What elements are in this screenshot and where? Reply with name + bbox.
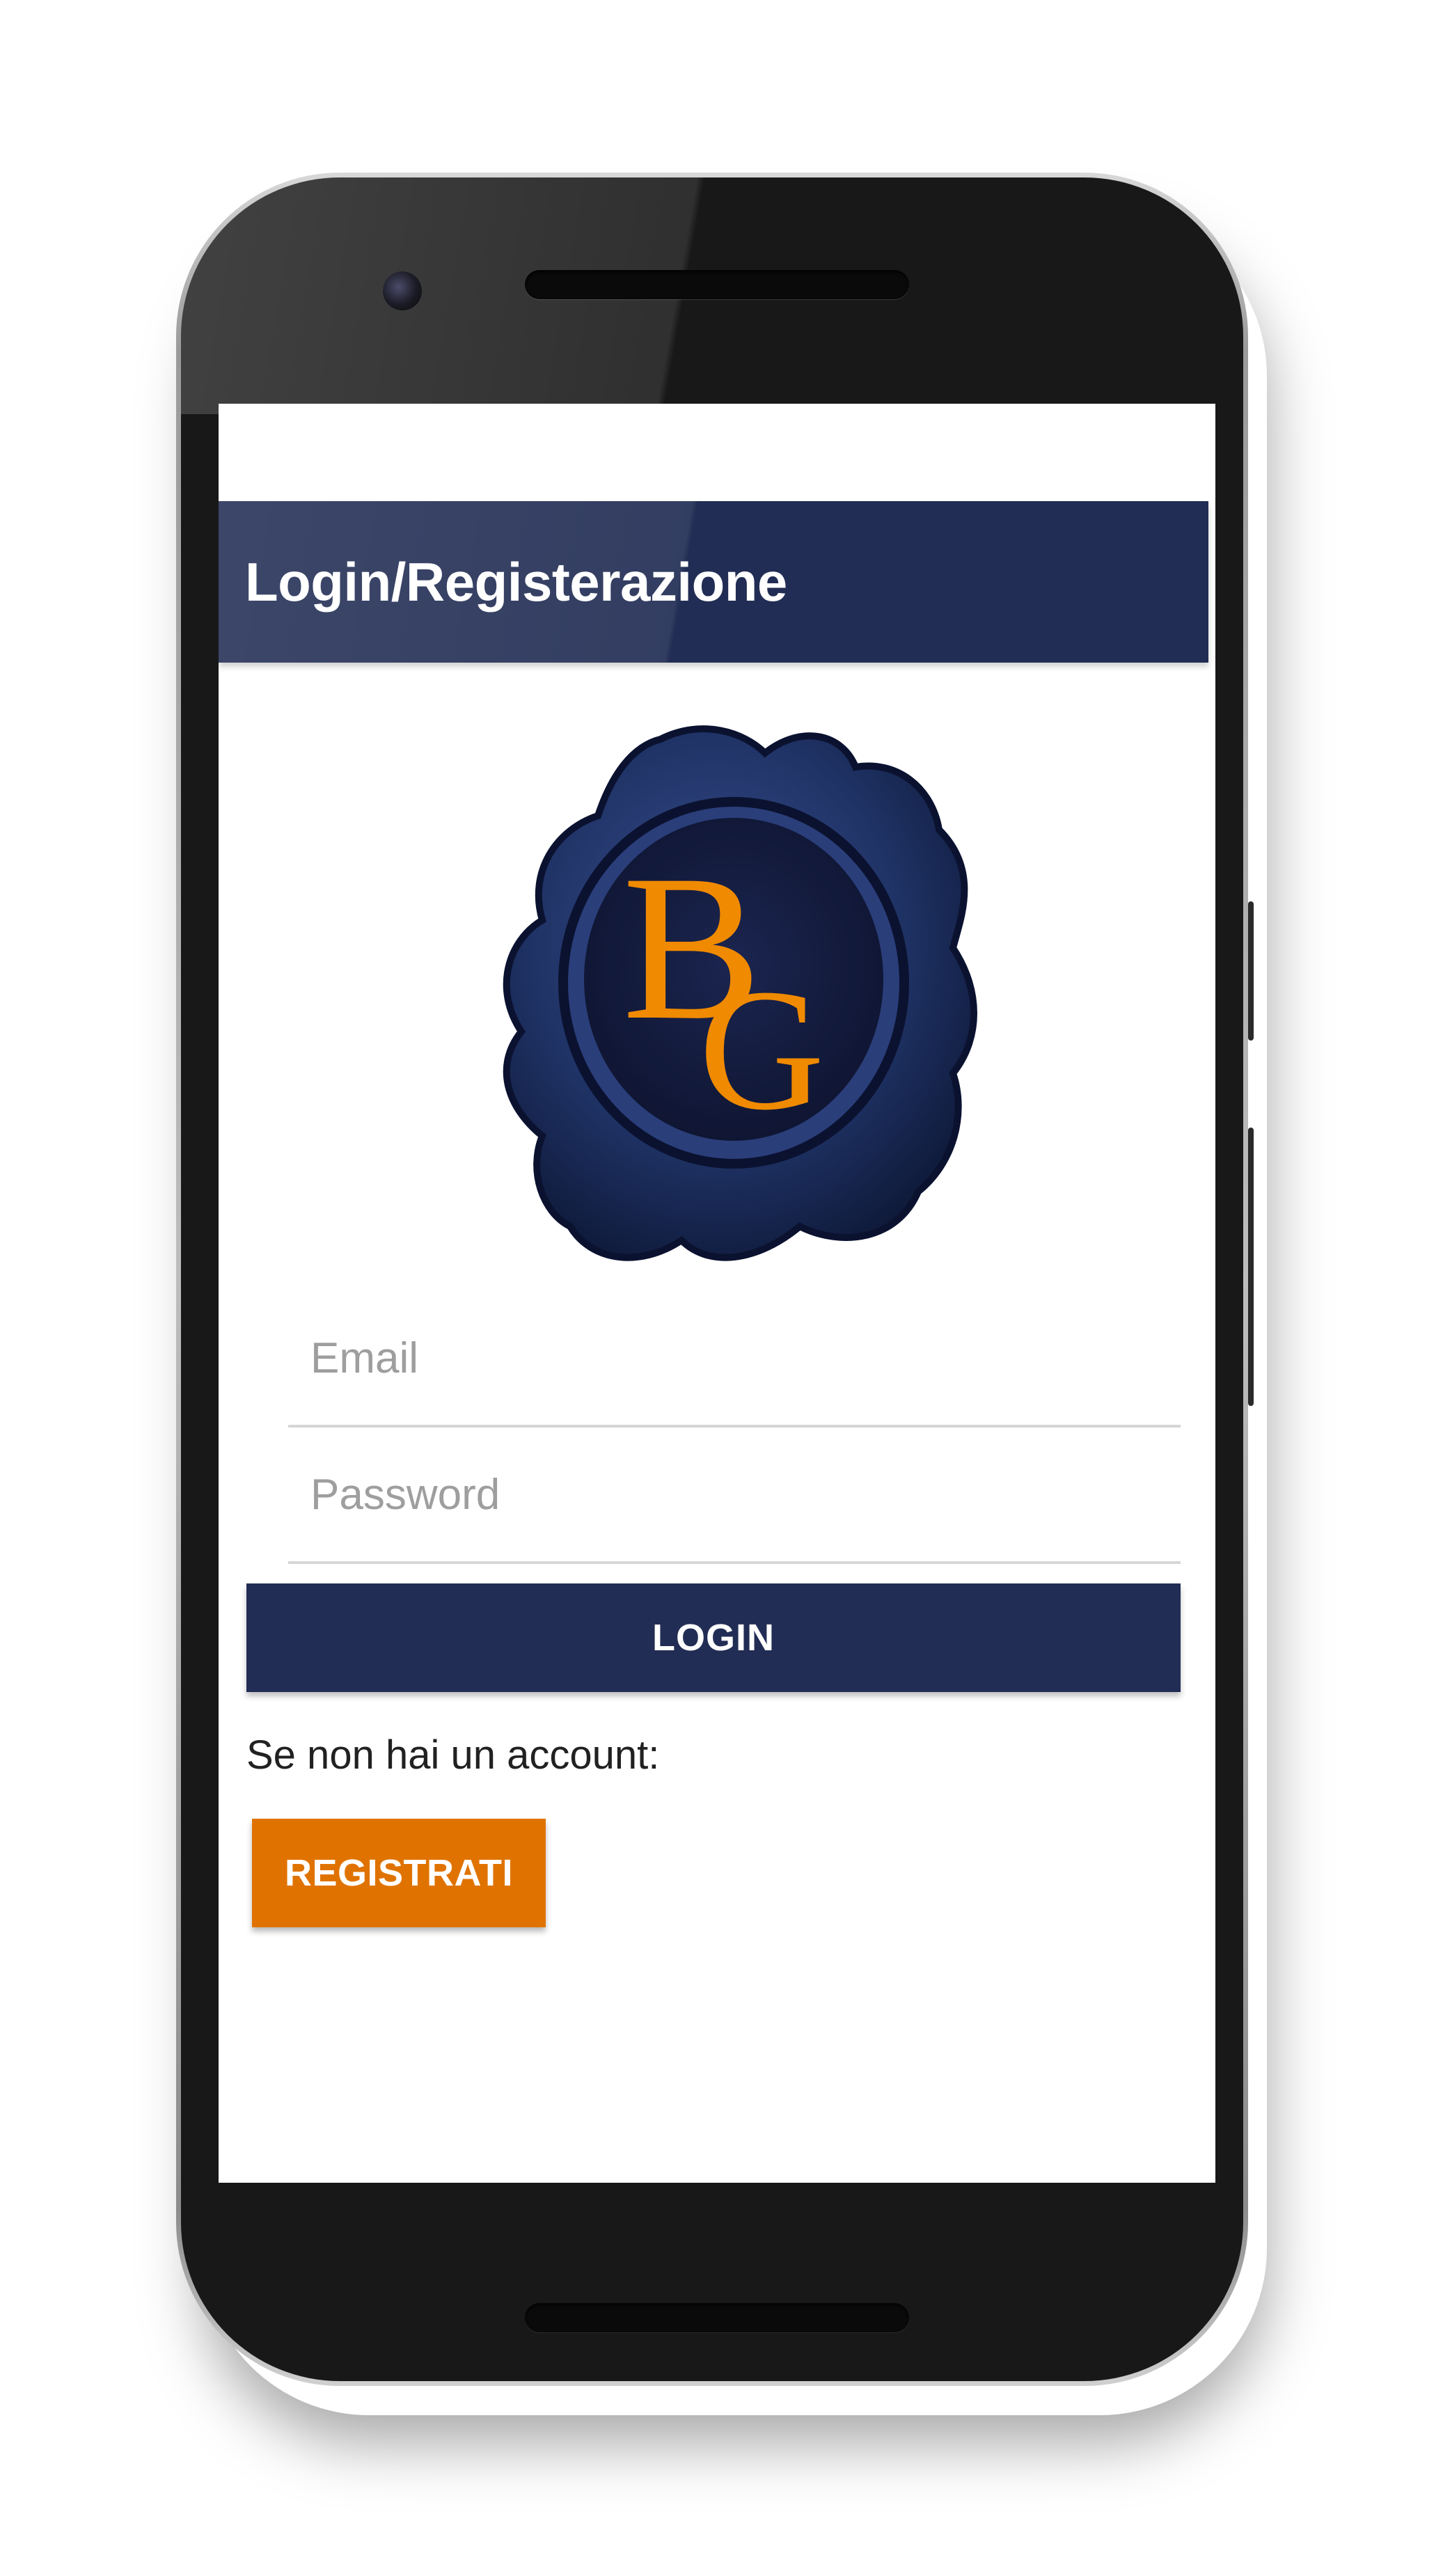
email-field[interactable] <box>288 1291 1181 1425</box>
password-field[interactable] <box>288 1428 1181 1561</box>
phone-body: Login/Registerazione B G Email LOGIN Se … <box>181 177 1243 2381</box>
password-field-container <box>288 1428 1181 1564</box>
bottom-speaker-grille <box>525 2303 909 2332</box>
login-button[interactable]: LOGIN <box>246 1583 1181 1692</box>
no-account-prompt: Se non hai un account: <box>246 1732 660 1778</box>
mockup-stage: Login/Registerazione B G Email LOGIN Se … <box>0 0 1443 2576</box>
phone-frame: Login/Registerazione B G Email LOGIN Se … <box>176 173 1248 2386</box>
email-field-container <box>288 1291 1181 1428</box>
page-title: Login/Registerazione <box>245 551 787 613</box>
front-camera <box>383 271 422 310</box>
top-speaker-grille <box>525 270 909 299</box>
phone-volume-button <box>1248 1128 1254 1406</box>
register-button[interactable]: REGISTRATI <box>252 1819 546 1927</box>
status-bar <box>219 404 1215 501</box>
phone-power-button <box>1248 901 1254 1041</box>
logo-letter-g: G <box>699 954 825 1146</box>
bg-seal-logo: B G <box>503 725 977 1261</box>
app-toolbar: Login/Registerazione <box>219 501 1208 663</box>
phone-screen: Login/Registerazione B G Email LOGIN Se … <box>219 404 1215 2183</box>
